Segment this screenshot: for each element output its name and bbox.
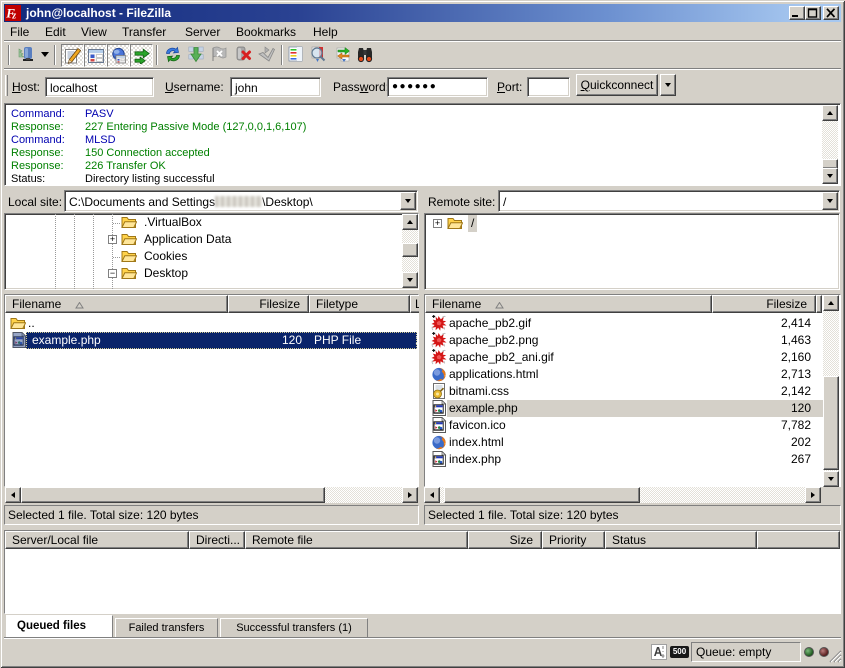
svg-text:z: z	[11, 11, 16, 22]
